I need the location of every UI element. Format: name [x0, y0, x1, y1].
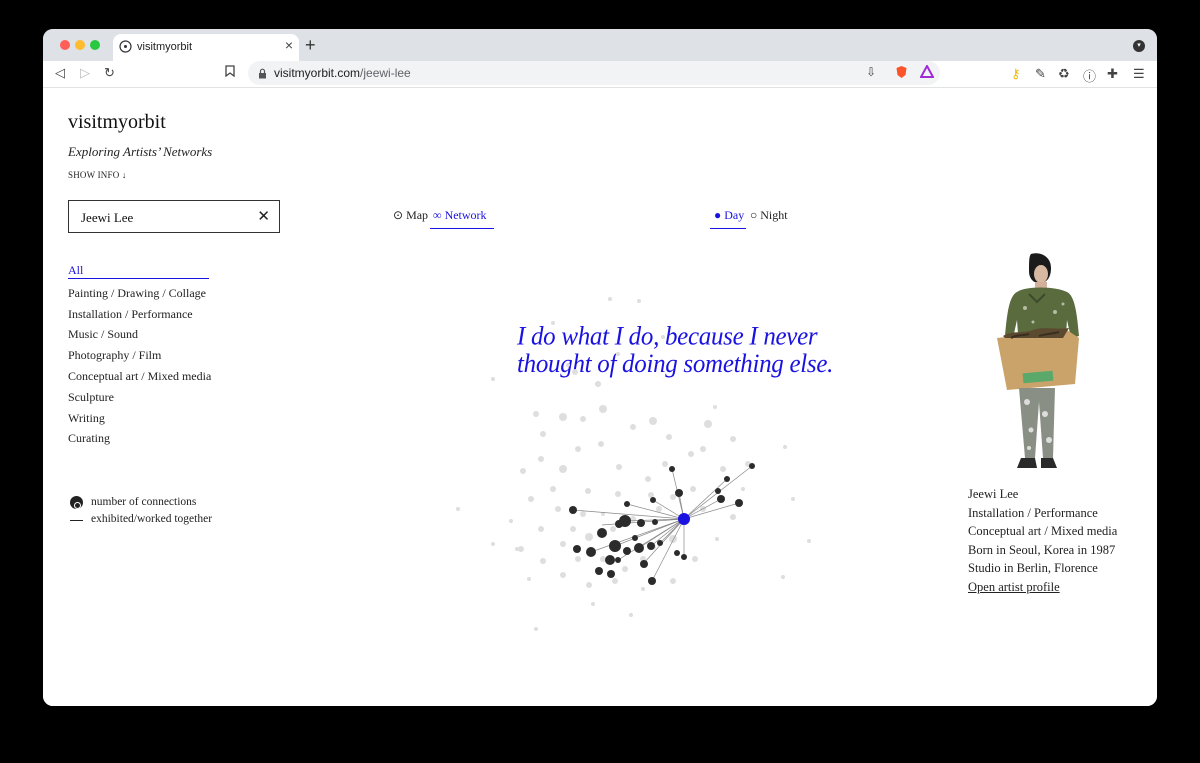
map-view-icon: ⊙ [393, 208, 404, 222]
tab-bar: visitmyorbit × + ▾ [43, 29, 1157, 61]
browser-window: visitmyorbit × + ▾ ◁ ▷ ↻ visitmyorbit.co… [43, 29, 1157, 706]
category-painting[interactable]: Painting / Drawing / Collage [68, 283, 211, 304]
day-active-underline [710, 228, 746, 229]
artist-discipline-1: Installation / Performance [968, 505, 1098, 520]
legend-together: exhibited/worked together [68, 511, 212, 528]
category-curating[interactable]: Curating [68, 428, 211, 449]
category-all[interactable]: All [68, 262, 209, 279]
site-title[interactable]: visitmyorbit [68, 111, 166, 134]
artist-info-panel: Jeewi Lee Installation / Performance Con… [968, 485, 1117, 597]
reload-icon[interactable]: ↻ [104, 65, 115, 81]
extension-key-icon[interactable]: ⚷ [1011, 66, 1021, 82]
category-music[interactable]: Music / Sound [68, 324, 211, 345]
artist-birthplace: Born in Seoul, Korea in 1987 [968, 542, 1116, 557]
selected-artist-node[interactable] [678, 513, 690, 525]
extensions-puzzle-icon[interactable]: ✚ [1107, 66, 1118, 82]
new-tab-button[interactable]: + [305, 35, 316, 56]
edge-line-icon [70, 520, 83, 521]
menu-icon[interactable]: ☰ [1133, 66, 1145, 82]
extension-info-icon[interactable]: ⓘ [1083, 66, 1096, 85]
category-filter-list: All Painting / Drawing / Collage Install… [68, 262, 211, 449]
forward-icon[interactable]: ▷ [80, 65, 90, 81]
browser-tab[interactable]: visitmyorbit × [113, 34, 299, 61]
background-nodes [456, 297, 811, 631]
brave-shield-icon[interactable] [895, 65, 908, 82]
browser-toolbar: ◁ ▷ ↻ visitmyorbit.com/jeewi-lee ⇩ ⚷ ✎ ♻… [43, 61, 1157, 88]
url-text: visitmyorbit.com/jeewi-lee [274, 66, 411, 80]
extension-pen-icon[interactable]: ✎ [1035, 66, 1046, 82]
mode-day-option[interactable]: ● Day [714, 208, 744, 223]
tab-search-icon[interactable]: ▾ [1133, 40, 1145, 52]
category-conceptual[interactable]: Conceptual art / Mixed media [68, 366, 211, 387]
legend-connections: number of connections [68, 494, 212, 511]
clear-search-icon[interactable]: ✕ [257, 207, 270, 225]
tab-title: visitmyorbit [137, 41, 193, 53]
globe-icon [119, 40, 132, 56]
network-active-underline [430, 228, 494, 229]
artist-portrait [997, 253, 1079, 468]
minimize-window-button[interactable] [75, 40, 85, 50]
page-content: visitmyorbit Exploring Artists’ Networks… [43, 89, 1157, 706]
network-legend: number of connections exhibited/worked t… [68, 494, 212, 528]
bookmark-icon[interactable] [225, 65, 235, 80]
address-bar[interactable]: visitmyorbit.com/jeewi-lee ⇩ [248, 61, 940, 85]
view-network-option[interactable]: ∞ Network [433, 208, 487, 223]
close-window-button[interactable] [60, 40, 70, 50]
maximize-window-button[interactable] [90, 40, 100, 50]
category-photography[interactable]: Photography / Film [68, 345, 211, 366]
network-view-icon: ∞ [433, 208, 442, 222]
artist-discipline-2: Conceptual art / Mixed media [968, 524, 1118, 539]
brave-rewards-icon[interactable] [919, 63, 935, 81]
category-installation[interactable]: Installation / Performance [68, 304, 211, 325]
category-writing[interactable]: Writing [68, 408, 211, 429]
artist-name: Jeewi Lee [968, 487, 1019, 501]
search-value: Jeewi Lee [81, 210, 134, 225]
day-dot-icon: ● [714, 208, 722, 222]
night-dot-icon: ○ [750, 208, 758, 222]
connection-lines [572, 465, 753, 582]
extension-recycle-icon[interactable]: ♻ [1058, 66, 1070, 82]
back-icon[interactable]: ◁ [55, 65, 65, 81]
open-artist-profile-link[interactable]: Open artist profile [968, 578, 1117, 597]
connected-artist-nodes[interactable] [569, 463, 755, 585]
category-sculpture[interactable]: Sculpture [68, 387, 211, 408]
show-info-toggle[interactable]: SHOW INFO ↓ [68, 170, 127, 180]
mode-night-option[interactable]: ○ Night [750, 208, 788, 223]
artist-studio: Studio in Berlin, Florence [968, 561, 1098, 576]
artist-search-input[interactable]: Jeewi Lee ✕ [68, 200, 280, 233]
download-icon[interactable]: ⇩ [866, 65, 876, 79]
view-map-option[interactable]: ⊙ Map [393, 208, 428, 223]
node-size-icon [70, 496, 83, 509]
lock-icon [258, 66, 267, 84]
artist-network-graph[interactable] [403, 259, 823, 639]
close-tab-icon[interactable]: × [285, 37, 293, 53]
site-tagline: Exploring Artists’ Networks [68, 144, 213, 159]
